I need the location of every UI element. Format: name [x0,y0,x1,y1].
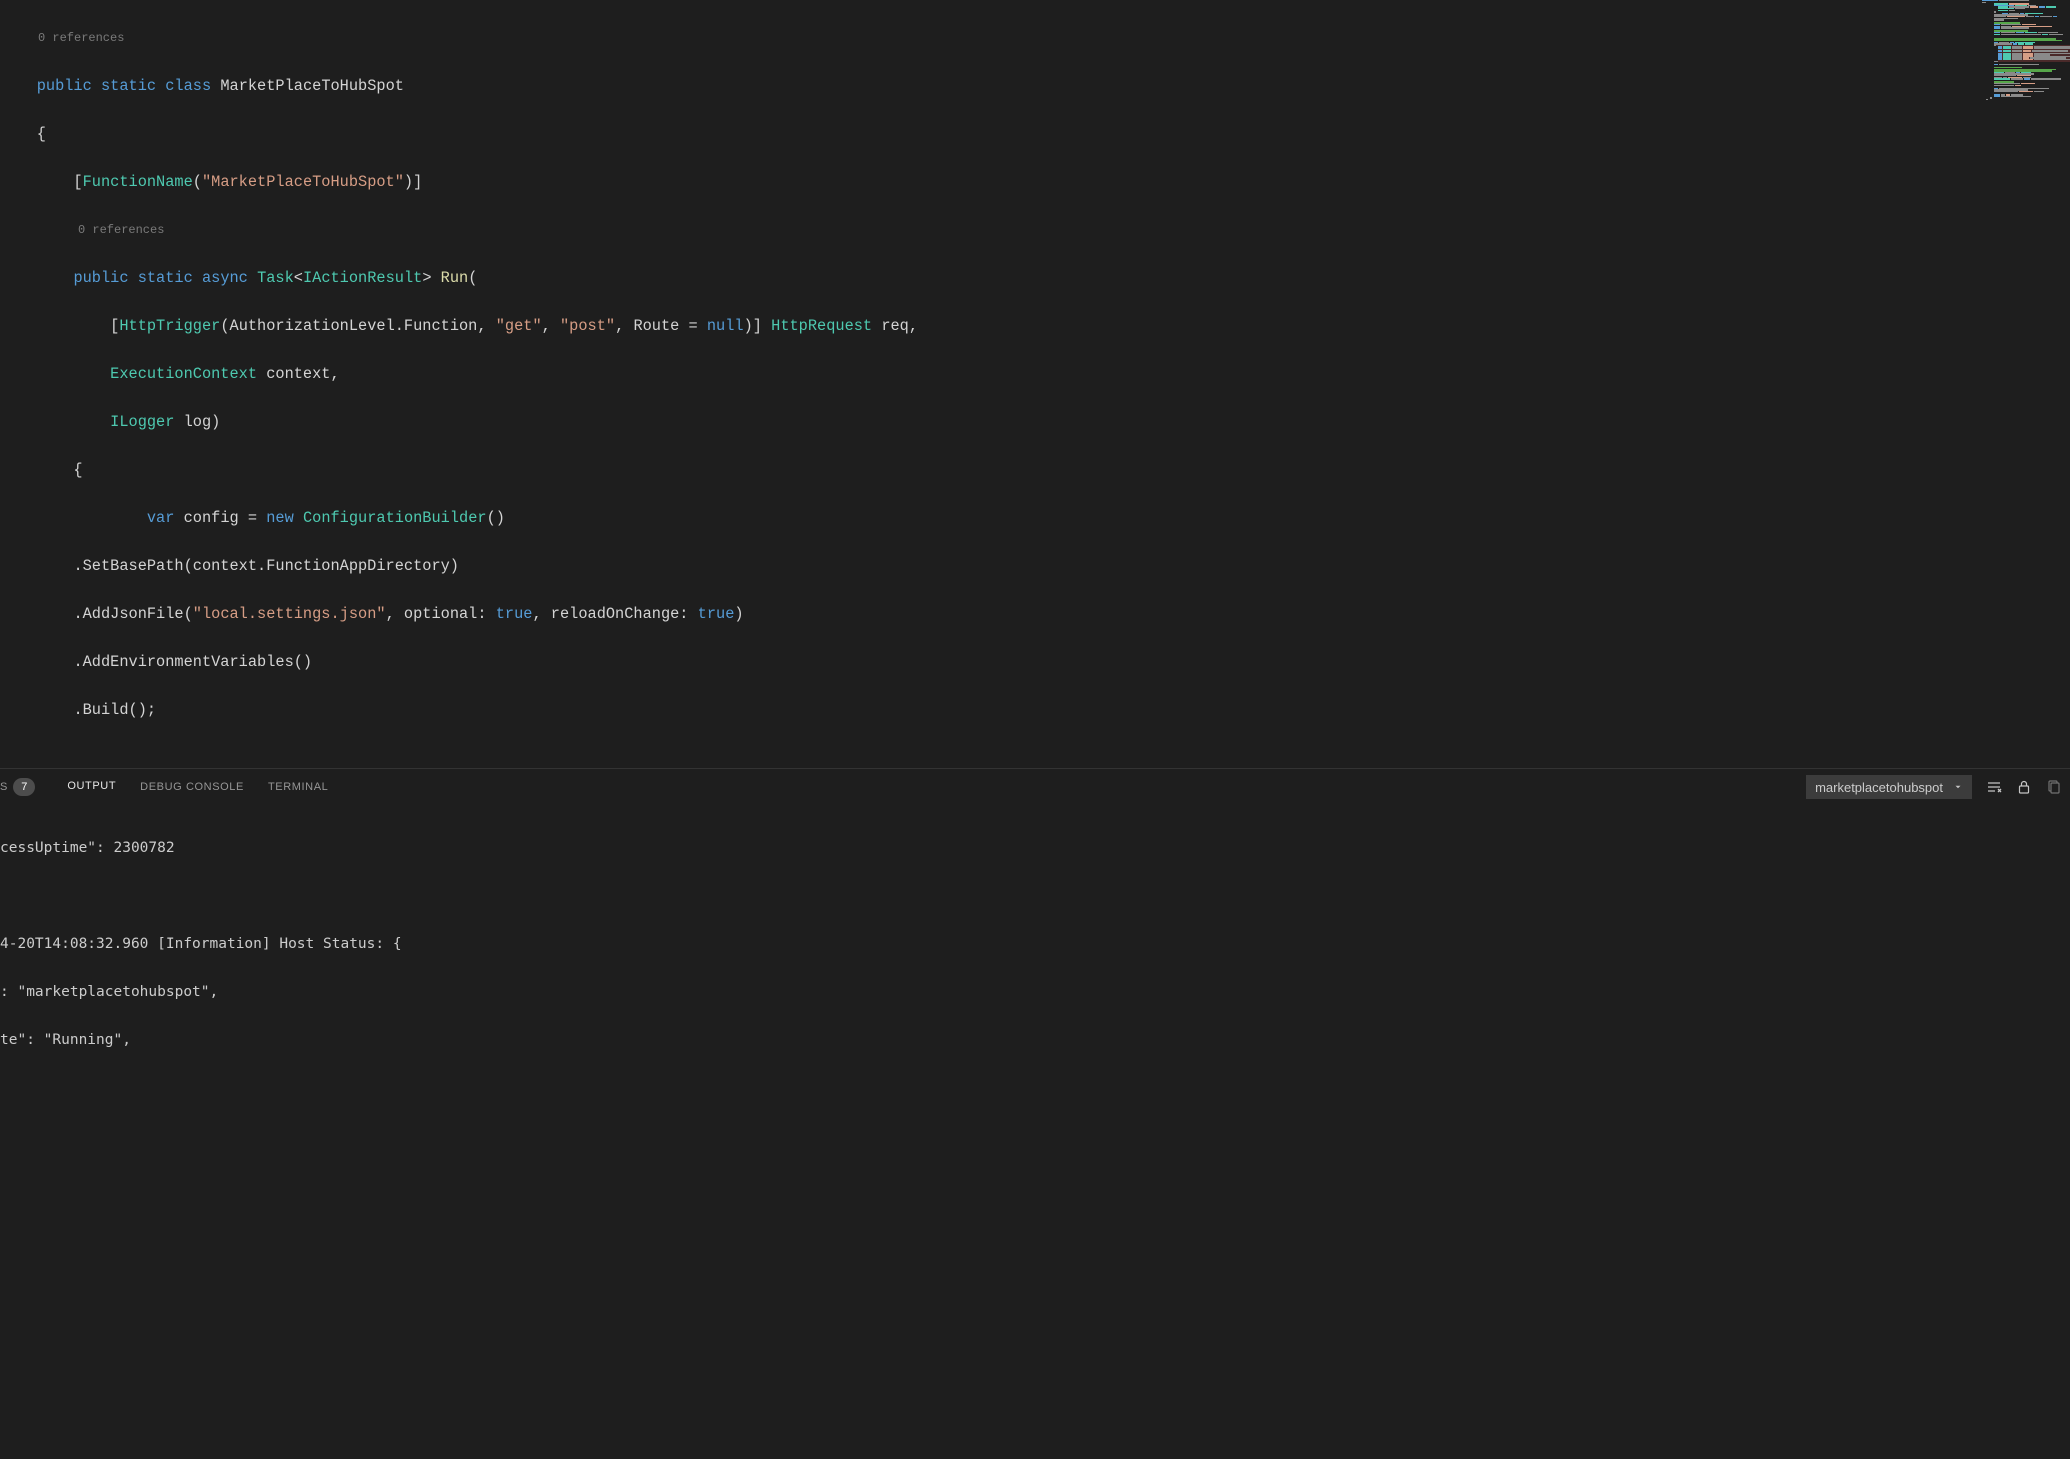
code-line: { [0,458,1982,482]
code-line: public static class MarketPlaceToHubSpot [0,74,1982,98]
lock-icon[interactable] [2016,779,2032,795]
tab-terminal[interactable]: TERMINAL [256,769,340,805]
code-line [0,746,1982,768]
code-line: { [0,122,1982,146]
tab-problems-partial[interactable]: S [0,781,7,793]
tab-output[interactable]: OUTPUT [55,769,128,805]
output-line: 4-20T14:08:32.960 [Information] Host Sta… [0,932,2070,956]
code-line: [HttpTrigger(AuthorizationLevel.Function… [0,314,1982,338]
codelens-references[interactable]: 0 references [0,26,1982,50]
chevron-down-icon [1953,782,1963,792]
open-log-icon[interactable] [1986,779,2002,795]
output-line: : "marketplacetohubspot", [0,980,2070,1004]
code-line: ILogger log) [0,410,1982,434]
codelens-references[interactable]: 0 references [0,218,1982,242]
code-line: .Build(); [0,698,1982,722]
code-line: public static async Task<IActionResult> … [0,266,1982,290]
clear-output-icon[interactable] [2046,779,2062,795]
minimap[interactable] [1982,0,2070,768]
output-line: te": "Running", [0,1028,2070,1052]
output-channel-label: marketplacetohubspot [1815,780,1943,795]
tab-debug-console[interactable]: DEBUG CONSOLE [128,769,256,805]
problems-badge: 7 [13,778,35,796]
code-line: var config = new ConfigurationBuilder() [0,506,1982,530]
code-line: .SetBasePath(context.FunctionAppDirector… [0,554,1982,578]
code-line: .AddJsonFile("local.settings.json", opti… [0,602,1982,626]
output-line: cessUptime": 2300782 [0,836,2070,860]
code-line: [FunctionName("MarketPlaceToHubSpot")] [0,170,1982,194]
output-panel[interactable]: cessUptime": 2300782 4-20T14:08:32.960 [… [0,804,2070,1084]
output-channel-select[interactable]: marketplacetohubspot [1806,775,1972,799]
code-editor[interactable]: 0 references public static class MarketP… [0,0,1982,768]
panel-tabs: S 7 OUTPUT DEBUG CONSOLE TERMINAL market… [0,768,2070,804]
output-line [0,884,2070,908]
code-line: .AddEnvironmentVariables() [0,650,1982,674]
code-line: ExecutionContext context, [0,362,1982,386]
